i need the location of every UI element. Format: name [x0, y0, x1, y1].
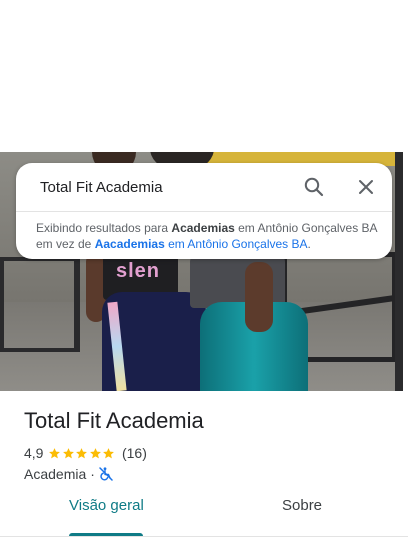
spelling-note: Exibindo resultados para Academias em An… [36, 220, 382, 252]
shirt-print: slen [116, 260, 161, 282]
search-card: Exibindo resultados para Academias em An… [16, 163, 392, 259]
separator-dot: · [90, 466, 95, 482]
star-rating [48, 447, 116, 460]
alt-term: Aacademias [94, 237, 165, 251]
search-instead-link[interactable]: Aacademias em Antônio Gonçalves BA [95, 237, 308, 251]
note-shown-location: em Antônio Gonçalves BA [234, 221, 377, 235]
search-input[interactable] [40, 177, 300, 197]
no-wheelchair-access-icon[interactable] [99, 467, 113, 481]
alt-location: em Antônio Gonçalves BA [164, 237, 308, 251]
search-bar [16, 163, 392, 211]
place-title: Total Fit Academia [24, 408, 204, 433]
rating-row[interactable]: 4,9 (16) [24, 444, 147, 462]
card-divider [16, 211, 392, 212]
tabs-divider [0, 536, 408, 537]
tab-overview[interactable]: Visão geral [69, 497, 144, 531]
close-icon[interactable] [354, 175, 378, 199]
search-icon[interactable] [302, 175, 326, 199]
place-tabs: Visão geral Sobre [0, 497, 408, 537]
weight-rack-left [0, 257, 80, 352]
star-icon [76, 447, 88, 458]
star-icon [49, 447, 61, 458]
note-middle: em vez de [36, 237, 95, 251]
star-icon [90, 447, 101, 458]
rating-value: 4,9 [24, 445, 44, 461]
note-prefix: Exibindo resultados para [36, 221, 172, 235]
place-category: Academia [24, 466, 87, 482]
note-suffix: . [307, 237, 311, 251]
tab-about[interactable]: Sobre [282, 497, 322, 531]
note-shown-term: Academias [171, 221, 235, 235]
place-page: slen Exibindo resultados para [0, 0, 408, 544]
category-row: Academia · [24, 465, 113, 483]
review-count[interactable]: (16) [122, 445, 147, 461]
star-icon [63, 447, 74, 458]
person-right-arm [245, 262, 273, 332]
star-icon [103, 447, 115, 458]
photo-edge [395, 152, 403, 391]
